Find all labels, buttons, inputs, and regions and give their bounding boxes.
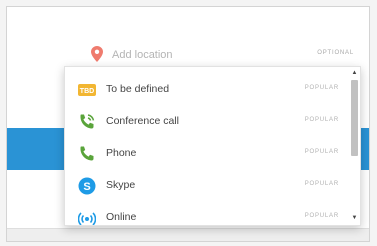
dropdown-item-online[interactable]: Online POPULAR — [65, 202, 349, 225]
online-icon — [78, 212, 96, 225]
dropdown-scrollbar[interactable]: ▲ ▼ — [350, 69, 359, 223]
tbd-icon-text: TBD — [80, 88, 94, 95]
tbd-icon: TBD — [78, 84, 96, 96]
skype-icon: S — [78, 177, 96, 195]
popular-badge: POPULAR — [304, 117, 339, 123]
location-pin-icon — [91, 46, 103, 62]
popular-badge: POPULAR — [304, 213, 339, 219]
dropdown-item-label: To be defined — [106, 83, 170, 95]
dropdown-item-to-be-defined[interactable]: TBD To be defined POPULAR — [65, 74, 349, 106]
phone-icon — [80, 146, 94, 161]
conference-call-icon — [80, 114, 95, 129]
popular-badge: POPULAR — [304, 149, 339, 155]
dropdown-item-label: Online — [106, 211, 137, 223]
location-type-dropdown[interactable]: TBD To be defined POPULAR Conference cal… — [64, 66, 361, 226]
popular-badge: POPULAR — [304, 181, 339, 187]
dropdown-item-label: Skype — [106, 179, 136, 191]
scroll-up-arrow-icon[interactable]: ▲ — [350, 69, 359, 78]
scroll-thumb[interactable] — [351, 80, 358, 156]
optional-label: OPTIONAL — [317, 50, 354, 56]
dropdown-item-conference-call[interactable]: Conference call POPULAR — [65, 106, 349, 138]
dropdown-item-label: Phone — [106, 147, 137, 159]
popular-badge: POPULAR — [304, 85, 339, 91]
skype-icon-text: S — [83, 181, 90, 193]
scroll-down-arrow-icon[interactable]: ▼ — [350, 214, 359, 223]
location-field[interactable]: OPTIONAL — [91, 45, 357, 68]
bottom-bar — [7, 228, 369, 241]
dropdown-item-phone[interactable]: Phone POPULAR — [65, 138, 349, 170]
location-input[interactable] — [112, 47, 292, 63]
dropdown-item-skype[interactable]: S Skype POPULAR — [65, 170, 349, 202]
dropdown-item-label: Conference call — [106, 115, 179, 127]
